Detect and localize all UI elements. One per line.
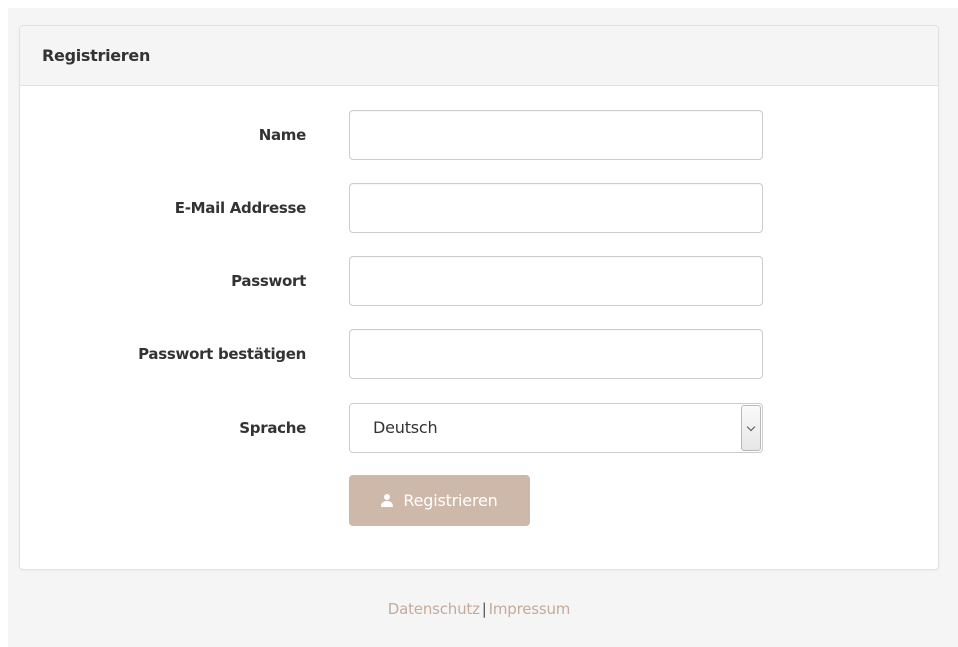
privacy-link[interactable]: Datenschutz <box>388 600 480 618</box>
password-confirm-input[interactable] <box>349 329 763 379</box>
email-label: E-Mail Addresse <box>174 199 307 217</box>
name-input[interactable] <box>349 110 763 160</box>
language-select[interactable]: Deutsch <box>349 403 763 453</box>
password-row: Passwort <box>20 256 940 306</box>
language-row: Sprache Deutsch <box>20 403 940 453</box>
password-label: Passwort <box>231 272 306 290</box>
footer: Datenschutz | Impressum <box>0 600 958 618</box>
email-row: E-Mail Addresse <box>20 183 940 233</box>
name-row: Name <box>20 110 940 160</box>
password-confirm-label: Passwort bestätigen <box>138 345 306 363</box>
chevron-down-icon <box>746 422 756 431</box>
password-input[interactable] <box>349 256 763 306</box>
footer-separator: | <box>481 600 487 618</box>
language-selected-value: Deutsch <box>373 418 438 437</box>
user-icon <box>381 494 394 507</box>
panel-title: Registrieren <box>20 26 938 86</box>
register-panel: Registrieren Name E-Mail Addresse Passwo… <box>19 25 939 570</box>
name-label: Name <box>258 126 307 144</box>
language-label: Sprache <box>239 419 306 437</box>
imprint-link[interactable]: Impressum <box>489 600 571 618</box>
password-confirm-row: Passwort bestätigen <box>20 329 940 379</box>
register-button-label: Registrieren <box>403 491 498 510</box>
email-input[interactable] <box>349 183 763 233</box>
select-arrow-button[interactable] <box>741 405 761 451</box>
register-button[interactable]: Registrieren <box>349 475 530 526</box>
